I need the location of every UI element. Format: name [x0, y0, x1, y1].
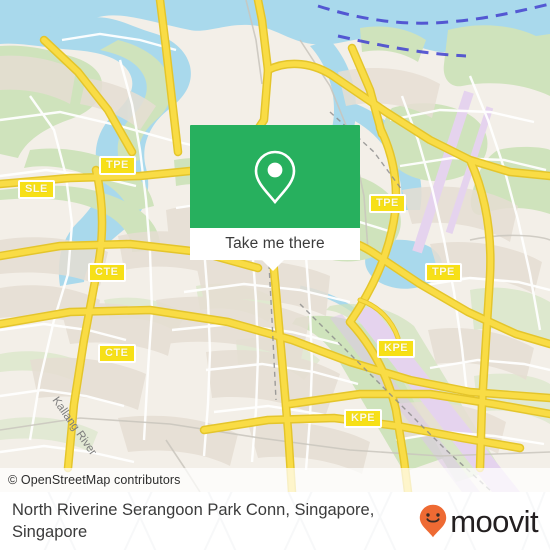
road-shield-tpe: TPE [99, 156, 136, 175]
road-shield-cte: CTE [98, 344, 136, 363]
road-shield-tpe: TPE [425, 263, 462, 282]
moovit-smiley-pin-icon [420, 504, 447, 538]
osm-attribution-text: © OpenStreetMap contributors [8, 473, 181, 487]
moovit-brand[interactable]: moovit [419, 503, 539, 539]
footer-bar: North Riverine Serangoon Park Conn, Sing… [0, 492, 550, 550]
road-shield-tpe: TPE [369, 194, 406, 213]
place-title: North Riverine Serangoon Park Conn, Sing… [12, 501, 375, 541]
take-me-there-button[interactable]: Take me there [190, 228, 360, 271]
road-shield-sle: SLE [18, 180, 55, 199]
map-attribution-bar: © OpenStreetMap contributors [0, 468, 550, 492]
footer-content: North Riverine Serangoon Park Conn, Sing… [0, 492, 550, 550]
map-pin-icon [254, 150, 296, 204]
take-me-there-label: Take me there [225, 235, 325, 252]
moovit-wordmark: moovit [450, 503, 538, 539]
moovit-place-card-screen: Kallang River SLE TPE TPE TPE CTE CTE KPE KPE ©… [0, 0, 550, 550]
place-callout-card[interactable]: Take me there [190, 125, 360, 271]
road-shield-cte: CTE [88, 263, 126, 282]
card-icon-area [190, 125, 360, 228]
road-shield-kpe: KPE [344, 409, 383, 428]
card-pointer-tail [262, 260, 284, 271]
road-shield-kpe: KPE [377, 339, 416, 358]
